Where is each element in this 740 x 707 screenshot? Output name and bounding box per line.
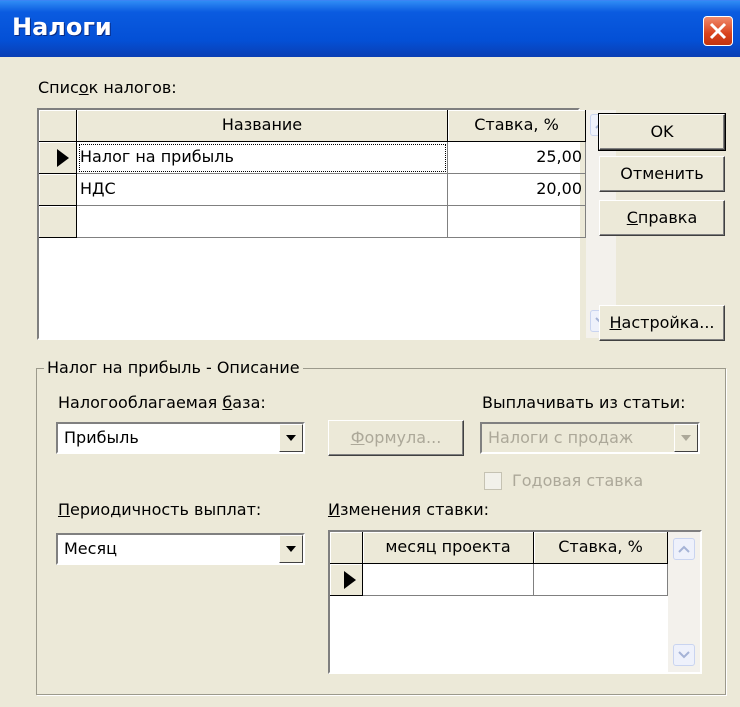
annual-rate-label: Годовая ставка — [512, 471, 644, 490]
vertical-scrollbar[interactable] — [668, 532, 700, 672]
cancel-button[interactable]: Отменить — [599, 156, 725, 192]
column-header-name[interactable]: Название — [77, 110, 448, 142]
pay-from-label: Выплачивать из статьи: — [482, 393, 686, 412]
chevron-down-icon — [286, 546, 296, 552]
row-indicator[interactable] — [39, 142, 77, 174]
window-title: Налоги — [12, 13, 112, 41]
scroll-up-button[interactable] — [673, 538, 695, 560]
payment-period-select[interactable]: Месяц — [56, 533, 305, 565]
table-row-rate[interactable]: 20,00 — [448, 174, 586, 206]
annual-rate-checkbox[interactable] — [484, 472, 502, 490]
row-indicator[interactable] — [330, 564, 363, 596]
current-row-arrow-icon — [344, 571, 356, 589]
chevron-down-icon — [286, 435, 296, 441]
chevron-down-icon — [678, 651, 690, 659]
chevron-up-icon — [678, 545, 690, 553]
new-row-cell[interactable] — [448, 206, 586, 238]
title-bar[interactable]: Налоги — [0, 0, 740, 57]
new-row-cell[interactable] — [363, 564, 534, 596]
payment-period-value: Месяц — [64, 539, 117, 558]
payment-period-label: Периодичность выплат: — [58, 500, 262, 519]
dropdown-button[interactable] — [279, 535, 303, 563]
grid-corner — [330, 532, 363, 564]
pay-from-value: Налоги с продаж — [488, 428, 634, 447]
ok-button[interactable]: OK — [598, 113, 726, 151]
help-button[interactable]: Справка — [599, 200, 725, 236]
table-row-name[interactable]: Налог на прибыль — [77, 142, 448, 174]
tax-base-label: Налогооблагаемая база: — [58, 393, 266, 412]
tax-base-value: Прибыль — [64, 428, 139, 447]
current-row-arrow-icon — [57, 149, 69, 167]
dropdown-button[interactable] — [279, 424, 303, 452]
column-header-rate[interactable]: Ставка, % — [448, 110, 586, 142]
table-row-rate[interactable]: 25,00 — [448, 142, 586, 174]
new-row-cell[interactable] — [534, 564, 668, 596]
settings-button[interactable]: Настройка... — [599, 305, 725, 341]
grid-corner — [39, 110, 77, 142]
scroll-down-button[interactable] — [673, 644, 695, 666]
column-header-rate[interactable]: Ставка, % — [534, 532, 668, 564]
description-group-label: Налог на прибыль - Описание — [44, 358, 303, 377]
chevron-down-icon — [681, 435, 691, 441]
rate-changes-label: Изменения ставки: — [328, 500, 490, 519]
row-indicator[interactable] — [39, 174, 77, 206]
rate-changes-grid[interactable]: месяц проекта Ставка, % — [328, 530, 702, 674]
close-icon — [709, 22, 727, 40]
pay-from-select[interactable]: Налоги с продаж — [480, 422, 700, 454]
tax-list-grid[interactable]: Название Ставка, % Налог на прибыль 25,0… — [37, 108, 616, 340]
table-row-name[interactable]: НДС — [77, 174, 448, 206]
close-button[interactable] — [703, 16, 733, 46]
row-indicator[interactable] — [39, 206, 77, 238]
formula-button[interactable]: Формула... — [328, 420, 464, 456]
new-row-cell[interactable] — [77, 206, 448, 238]
tax-base-select[interactable]: Прибыль — [56, 422, 305, 454]
tax-list-label: Список налогов: — [38, 78, 177, 97]
taxes-dialog: Налоги Список налогов: Название Ставка, … — [0, 0, 740, 707]
column-header-project-month[interactable]: месяц проекта — [363, 532, 534, 564]
dropdown-button[interactable] — [674, 424, 698, 452]
